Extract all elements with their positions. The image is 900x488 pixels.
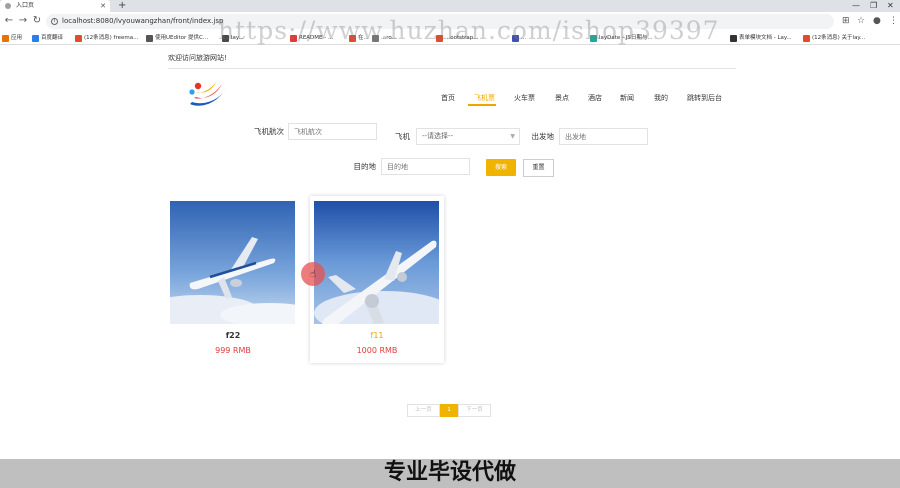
nav-item-flights[interactable]: 飞机票 xyxy=(474,93,495,103)
product-name[interactable]: f11 xyxy=(310,331,444,340)
menu-icon[interactable]: ⋮ xyxy=(889,16,898,27)
close-tab-icon[interactable]: ✕ xyxy=(100,0,106,12)
bookmark-favicon-icon xyxy=(803,35,810,42)
bookmark-favicon-icon xyxy=(2,35,9,42)
banner-text: 专业毕设代做 xyxy=(383,460,516,485)
bookmark-label: 表单模块文档 - Lay... xyxy=(739,35,792,41)
nav-item-news[interactable]: 新闻 xyxy=(620,93,634,103)
bookmark-item[interactable]: 表单模块文档 - Lay... xyxy=(730,33,792,43)
reset-button[interactable]: 重置 xyxy=(523,159,554,177)
active-nav-underline xyxy=(468,104,496,106)
chevron-down-icon: ▼ xyxy=(510,133,515,140)
info-icon[interactable]: i xyxy=(51,18,58,25)
browser-tab[interactable]: 入口页 ✕ xyxy=(0,0,110,12)
bookmark-label: 百度翻译 xyxy=(41,35,64,41)
departure-input[interactable] xyxy=(559,128,648,145)
star-icon[interactable]: ☆ xyxy=(857,16,865,27)
product-card[interactable]: f22 999 RMB xyxy=(166,196,300,363)
bookmark-favicon-icon xyxy=(75,35,82,42)
destination-label: 目的地 xyxy=(353,162,377,171)
bookmark-favicon-icon xyxy=(730,35,737,42)
watermark-text: https://www.huzhan.com/ishop39397 xyxy=(218,16,720,45)
nav-item-hotels[interactable]: 酒店 xyxy=(588,93,602,103)
reload-icon[interactable]: ↻ xyxy=(30,14,44,28)
product-image-jet xyxy=(314,201,439,324)
site-logo[interactable] xyxy=(186,78,230,112)
nav-item-home[interactable]: 首页 xyxy=(441,93,455,103)
tab-title: 入口页 xyxy=(16,2,35,9)
bookmark-item[interactable]: (12条消息) 关于lay... xyxy=(803,33,865,43)
browser-tab-bar: 入口页 ✕ + — ❐ ✕ xyxy=(0,0,900,12)
product-price: 1000 RMB xyxy=(356,346,398,355)
bookmark-label: (12条消息) 关于lay... xyxy=(812,35,866,41)
bookmark-favicon-icon xyxy=(146,35,153,42)
bookmark-item[interactable]: 应用 xyxy=(2,33,22,43)
close-window-icon[interactable]: ✕ xyxy=(887,0,894,12)
bookmark-item[interactable]: 使用UEditor 提供C... xyxy=(146,33,208,43)
product-price: 999 RMB xyxy=(215,346,251,355)
plane-label: 飞机 xyxy=(395,132,410,141)
departure-label: 出发地 xyxy=(531,132,555,141)
profile-icon[interactable]: ● xyxy=(873,16,881,27)
bookmark-item[interactable]: (12条消息) freema... xyxy=(75,33,138,43)
globe-icon xyxy=(5,3,11,9)
plane-select-value: --请选择-- xyxy=(422,132,454,140)
nav-item-mine[interactable]: 我的 xyxy=(654,93,668,103)
nav-item-trains[interactable]: 火车票 xyxy=(514,93,535,103)
minimize-icon[interactable]: — xyxy=(852,0,860,12)
new-tab-button[interactable]: + xyxy=(118,0,126,12)
page-button-current[interactable]: 1 xyxy=(440,404,458,417)
welcome-text: 欢迎访问旅游网站! xyxy=(168,54,227,62)
translate-icon[interactable]: ⊞ xyxy=(842,16,850,27)
product-image-airliner xyxy=(170,201,295,324)
search-button[interactable]: 搜索 xyxy=(486,159,516,176)
next-page-button[interactable]: 下一页 xyxy=(458,404,491,417)
bookmark-favicon-icon xyxy=(32,35,39,42)
product-card[interactable]: f11 1000 RMB xyxy=(310,196,444,363)
hand-cursor-icon: ☝ xyxy=(310,269,317,280)
restore-icon[interactable]: ❐ xyxy=(870,0,877,12)
nav-item-attractions[interactable]: 景点 xyxy=(555,93,569,103)
url-text: localhost:8080/lvyouwangzhan/front/index… xyxy=(62,17,224,25)
bookmark-label: 使用UEditor 提供C... xyxy=(155,35,209,41)
divider xyxy=(168,68,736,69)
plane-select[interactable]: --请选择-- ▼ xyxy=(416,128,520,145)
bookmark-item[interactable]: 百度翻译 xyxy=(32,33,63,43)
product-name[interactable]: f22 xyxy=(166,331,300,340)
flight-no-label: 飞机航次 xyxy=(254,127,284,136)
flight-no-input[interactable] xyxy=(288,123,377,140)
destination-input[interactable] xyxy=(381,158,470,175)
bookmark-label: 应用 xyxy=(11,35,23,41)
nav-item-admin[interactable]: 跳转到后台 xyxy=(687,93,722,103)
forward-icon[interactable]: → xyxy=(16,14,30,28)
prev-page-button[interactable]: 上一页 xyxy=(407,404,440,417)
bookmark-label: (12条消息) freema... xyxy=(84,35,139,41)
back-icon[interactable]: ← xyxy=(2,14,16,28)
